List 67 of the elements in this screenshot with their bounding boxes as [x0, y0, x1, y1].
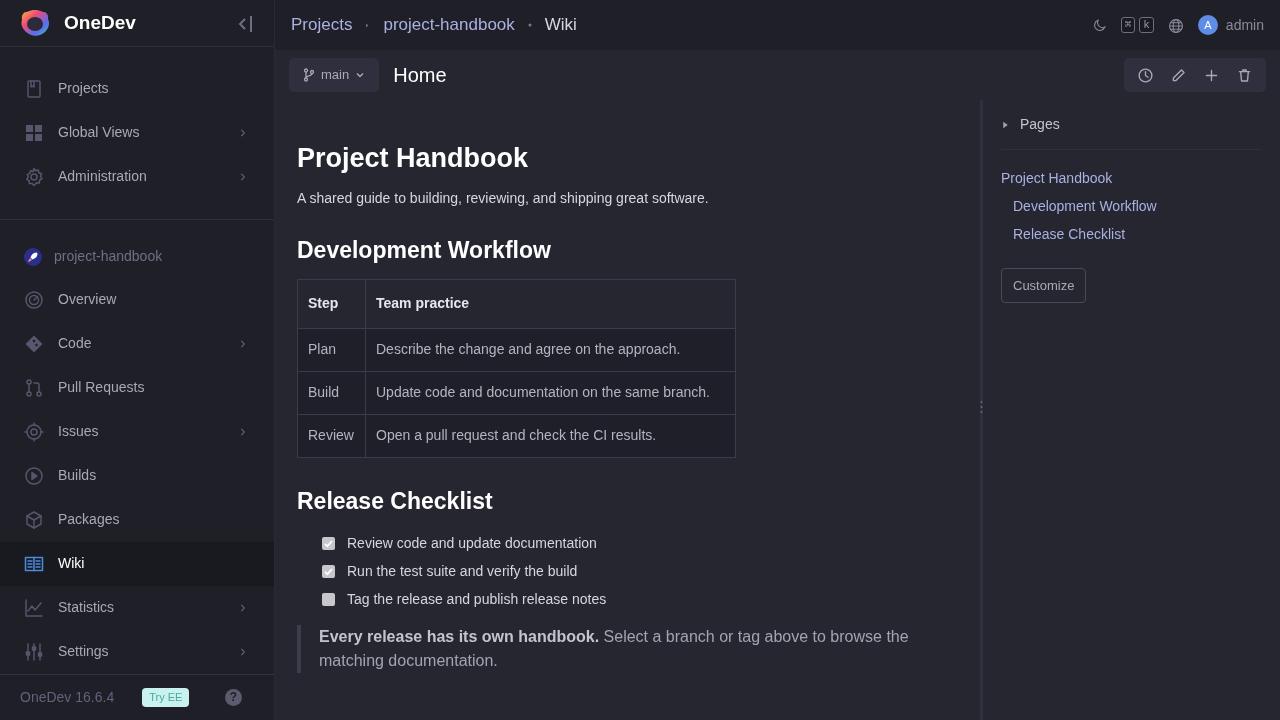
diamond-icon	[24, 333, 44, 354]
grid-icon	[24, 122, 44, 143]
brand-name: OneDev	[64, 10, 136, 35]
column-header: Team practice	[365, 279, 736, 329]
clock-icon	[1137, 66, 1154, 84]
checklist-label: Run the test suite and verify the build	[347, 562, 578, 582]
chart-icon	[24, 597, 44, 618]
table-cell: Open a pull request and check the CI results.	[365, 414, 736, 458]
customize-button[interactable]: Customize	[1001, 268, 1087, 303]
nav-item[interactable]: Statistics	[0, 585, 274, 630]
rocket-icon	[24, 247, 42, 266]
table-cell: Plan	[297, 328, 366, 372]
nav-item[interactable]: Overview	[0, 277, 274, 322]
section-heading: Development Workflow	[297, 237, 552, 265]
toc-link[interactable]: Release Checklist	[1001, 220, 1262, 248]
toc-link[interactable]: Project Handbook	[1001, 164, 1262, 192]
toc-link[interactable]: Development Workflow	[1001, 192, 1262, 220]
nav-item[interactable]: Settings	[0, 629, 274, 674]
section-heading: Release Checklist	[297, 488, 494, 516]
trash-icon	[1236, 66, 1253, 84]
gauge-icon	[24, 289, 44, 310]
pencil-icon	[1170, 66, 1187, 84]
box-icon	[24, 509, 44, 530]
pull-request-icon	[24, 377, 44, 398]
note-text: Every release has its own handbook. Select a branch or tag above to browse the matching documentation.	[297, 624, 947, 673]
branch-button[interactable]: main	[289, 58, 380, 92]
checkbox[interactable]	[322, 565, 335, 579]
nav-item[interactable]: Global Views	[0, 110, 274, 155]
user-name[interactable]: admin	[1225, 14, 1264, 36]
intro-text: A shared guide to building, reviewing, and shipping great software.	[297, 189, 710, 209]
table-cell: Describe the change and agree on the approach.	[365, 328, 736, 372]
checkbox[interactable]	[322, 537, 335, 551]
book-icon	[24, 78, 44, 99]
target-icon	[24, 421, 44, 442]
nav-item[interactable]: Builds	[0, 453, 274, 498]
nav-item[interactable]: Packages	[0, 497, 274, 542]
branch-icon	[303, 68, 315, 82]
logo-icon	[20, 8, 50, 37]
shortcut-key: k	[1139, 17, 1154, 33]
nav-item[interactable]: Administration	[0, 154, 274, 199]
checkbox[interactable]	[322, 593, 335, 607]
nav-item[interactable]: Wiki	[0, 541, 274, 586]
shortcut-key: ⌘	[1120, 17, 1136, 33]
breadcrumb-link[interactable]: Projects	[291, 12, 353, 38]
nav-item[interactable]: Issues	[0, 409, 274, 454]
dot-icon	[526, 22, 533, 28]
caret-icon[interactable]	[1001, 119, 1010, 130]
checklist-label: Tag the release and publish release notes	[347, 590, 607, 610]
table-cell: Build	[297, 371, 366, 415]
version-text: OneDev 16.6.4	[20, 687, 115, 707]
checklist-label: Review code and update documentation	[347, 534, 597, 554]
sliders-icon	[24, 641, 44, 662]
column-header: Step	[297, 279, 366, 329]
pages-toggle[interactable]: Pages	[1020, 114, 1060, 135]
page-title: Home	[393, 63, 447, 88]
breadcrumb-link[interactable]: project-handbook	[383, 12, 515, 38]
table-cell: Update code and documentation on the same branch.	[365, 371, 736, 415]
caret-icon	[355, 70, 366, 80]
breadcrumb-current: Wiki	[544, 14, 577, 37]
play-icon	[24, 465, 44, 486]
nav-item[interactable]: Code	[0, 321, 274, 366]
resize-handle[interactable]	[980, 400, 983, 414]
table-cell: Review	[297, 414, 366, 458]
article-title: Project Handbook	[297, 142, 530, 175]
nav-item[interactable]: Projects	[0, 66, 274, 111]
gear-icon	[24, 166, 44, 187]
nav-item[interactable]: Pull Requests	[0, 365, 274, 410]
